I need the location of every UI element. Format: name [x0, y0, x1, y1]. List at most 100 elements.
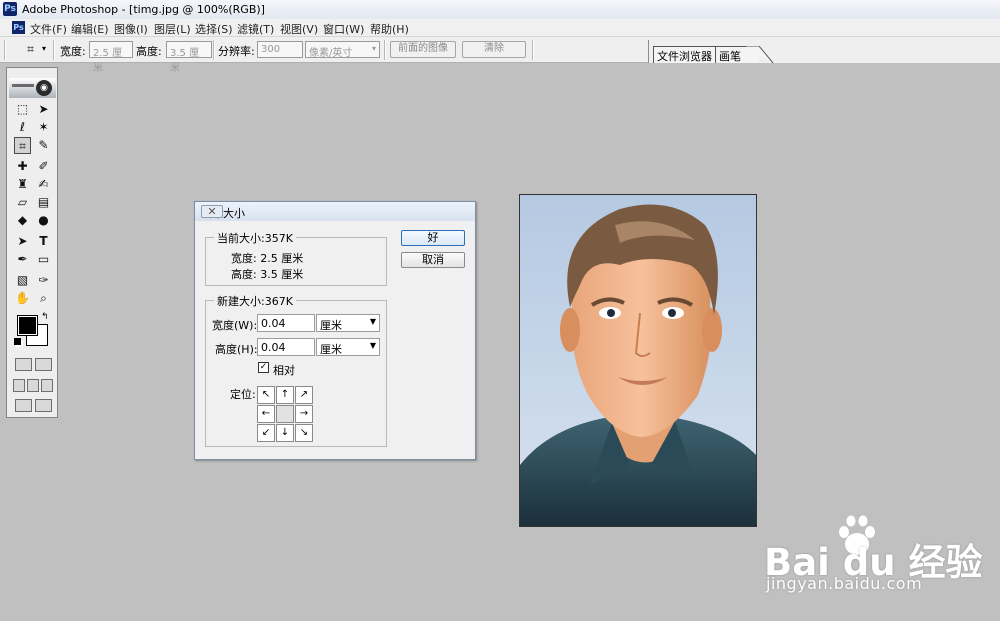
window-title: Adobe Photoshop - [timg.jpg @ 100%(RGB)]: [22, 3, 265, 16]
swap-colors-icon[interactable]: ↰: [41, 312, 49, 322]
photoshop-app-icon: Ps: [3, 2, 17, 16]
notes-tool-icon[interactable]: ▧: [14, 272, 31, 289]
quick-mask-mode-icon[interactable]: [35, 358, 52, 371]
default-colors-icon[interactable]: [14, 338, 21, 345]
blur-tool-icon[interactable]: ◆: [14, 212, 31, 229]
eyedropper-tool-icon[interactable]: ✑: [35, 272, 52, 289]
gradient-tool-icon[interactable]: ▤: [35, 194, 52, 211]
pen-tool-icon[interactable]: ✒: [14, 251, 31, 268]
resolution-unit-value: 像素/英寸: [309, 48, 353, 59]
resolution-unit-select[interactable]: 像素/英寸 ▾: [305, 41, 380, 59]
separator: [532, 40, 534, 60]
slice-tool-icon[interactable]: ✎: [35, 137, 52, 154]
crop-tool-icon[interactable]: ⌗: [14, 137, 31, 154]
anchor-left-icon[interactable]: ←: [257, 405, 275, 423]
separator: [384, 40, 386, 60]
dodge-tool-icon[interactable]: ●: [35, 212, 52, 229]
document-image[interactable]: [519, 194, 757, 527]
separator: [53, 40, 55, 60]
new-size-label: 新建大小:367K: [214, 293, 296, 309]
canvas-size-dialog: 画布大小 ✕ 好 取消 当前大小:357K 宽度: 2.5 厘米 高度: 3.5…: [194, 201, 476, 460]
current-size-label: 当前大小:357K: [214, 230, 296, 246]
foreground-color-swatch[interactable]: [17, 315, 38, 336]
chevron-down-icon: ▼: [369, 317, 376, 326]
width-field[interactable]: 2.5 厘米: [89, 41, 133, 74]
tool-preset-arrow-icon[interactable]: ▾: [42, 44, 46, 53]
menu-filter[interactable]: 滤镜(T): [237, 21, 274, 37]
healing-brush-tool-icon[interactable]: ✚: [14, 158, 31, 175]
anchor-top-right-icon[interactable]: ↗: [295, 386, 313, 404]
close-icon[interactable]: ✕: [201, 205, 223, 218]
height-label: 高度:: [136, 45, 162, 58]
resolution-field[interactable]: 300: [257, 41, 303, 58]
eraser-tool-icon[interactable]: ▱: [14, 194, 31, 211]
adobe-online-eye-icon[interactable]: ◉: [36, 80, 52, 96]
photoshop-menu-icon[interactable]: Ps: [12, 21, 25, 34]
path-selection-tool-icon[interactable]: ➤: [14, 233, 31, 250]
portrait-illustration: [520, 204, 756, 526]
menu-image[interactable]: 图像(I): [114, 21, 148, 37]
new-width-input[interactable]: 0.04: [257, 314, 315, 332]
palette-well: 文件浏览器 画笔: [648, 40, 1000, 63]
cancel-button[interactable]: 取消: [401, 252, 465, 268]
new-height-input[interactable]: 0.04: [257, 338, 315, 356]
anchor-top-icon[interactable]: ↑: [276, 386, 294, 404]
feather-icon: [12, 84, 34, 87]
anchor-right-icon[interactable]: →: [295, 405, 313, 423]
width-unit-select[interactable]: 厘米 ▼: [316, 314, 380, 332]
tab-slant-icon: [745, 46, 774, 63]
anchor-bottom-right-icon[interactable]: ↘: [295, 424, 313, 442]
resolution-label: 分辨率:: [218, 45, 255, 58]
anchor-center-icon[interactable]: [276, 405, 294, 423]
menu-layer[interactable]: 图层(L): [154, 21, 191, 37]
zoom-tool-icon[interactable]: ⌕: [35, 290, 52, 307]
magic-wand-tool-icon[interactable]: ✶: [35, 119, 52, 136]
toolbox-header: ◉: [9, 78, 56, 98]
menu-view[interactable]: 视图(V): [280, 21, 318, 37]
full-screen-mode-icon[interactable]: [41, 379, 53, 392]
move-tool-icon[interactable]: ➤: [35, 101, 52, 118]
watermark-url: jingyan.baidu.com: [766, 574, 923, 593]
chevron-down-icon: ▾: [371, 44, 376, 53]
menu-select[interactable]: 选择(S): [195, 21, 233, 37]
crop-tool-icon[interactable]: ⌗: [22, 41, 39, 58]
relative-checkbox[interactable]: ✓: [258, 362, 269, 373]
width-unit-value: 厘米: [320, 319, 342, 332]
standard-screen-mode-icon[interactable]: [13, 379, 25, 392]
menu-edit[interactable]: 编辑(E): [71, 21, 109, 37]
new-width-label: 宽度(W):: [212, 319, 258, 332]
brush-tool-icon[interactable]: ✐: [35, 158, 52, 175]
current-size-group: 当前大小:357K 宽度: 2.5 厘米 高度: 3.5 厘米: [205, 230, 387, 286]
new-height-label: 高度(H):: [215, 343, 258, 356]
current-width-text: 宽度: 2.5 厘米: [231, 252, 304, 265]
height-field[interactable]: 3.5 厘米: [166, 41, 212, 74]
relative-label: 相对: [273, 364, 295, 377]
front-image-button[interactable]: 前面的图像: [390, 41, 456, 58]
full-screen-menu-mode-icon[interactable]: [27, 379, 39, 392]
menu-window[interactable]: 窗口(W): [323, 21, 364, 37]
height-unit-select[interactable]: 厘米 ▼: [316, 338, 380, 356]
standard-mode-icon[interactable]: [15, 358, 32, 371]
marquee-tool-icon[interactable]: ⬚: [14, 101, 31, 118]
anchor-bottom-left-icon[interactable]: ↙: [257, 424, 275, 442]
anchor-label: 定位:: [230, 388, 256, 401]
jump-to-imageready-icon[interactable]: [15, 399, 32, 412]
lasso-tool-icon[interactable]: ℓ: [14, 119, 31, 136]
menu-bar: Ps 文件(F) 编辑(E) 图像(I) 图层(L) 选择(S) 滤镜(T) 视…: [0, 19, 1000, 37]
anchor-bottom-icon[interactable]: ↓: [276, 424, 294, 442]
type-tool-icon[interactable]: T: [35, 233, 52, 250]
clear-button[interactable]: 清除: [462, 41, 526, 58]
menu-help[interactable]: 帮助(H): [370, 21, 409, 37]
hand-tool-icon[interactable]: ✋: [14, 290, 31, 307]
options-grip[interactable]: [4, 40, 6, 60]
dialog-title-bar[interactable]: 画布大小 ✕: [195, 202, 475, 221]
history-brush-tool-icon[interactable]: ✍: [35, 176, 52, 193]
rectangle-tool-icon[interactable]: ▭: [35, 251, 52, 268]
clone-stamp-tool-icon[interactable]: ♜: [14, 176, 31, 193]
anchor-grid: ↖ ↑ ↗ ← → ↙ ↓ ↘: [257, 386, 314, 443]
tab-file-browser[interactable]: 文件浏览器: [653, 46, 716, 63]
anchor-top-left-icon[interactable]: ↖: [257, 386, 275, 404]
menu-file[interactable]: 文件(F): [30, 21, 67, 37]
ok-button[interactable]: 好: [401, 230, 465, 246]
imageready-icon[interactable]: [35, 399, 52, 412]
